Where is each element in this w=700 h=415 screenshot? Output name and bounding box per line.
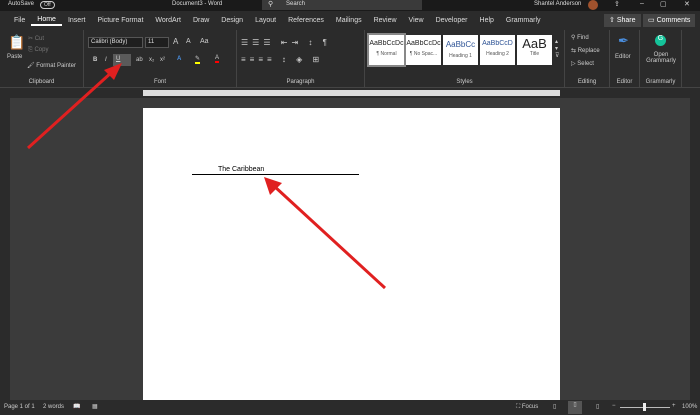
focus-button[interactable]: ⛶ Focus — [516, 404, 538, 411]
tab-help[interactable]: Help — [474, 17, 500, 24]
tab-layout[interactable]: Layout — [249, 17, 282, 24]
tab-references[interactable]: References — [282, 17, 330, 24]
tab-insert[interactable]: Insert — [62, 17, 92, 24]
share-button[interactable]: ⇧ Share — [604, 14, 641, 27]
share-label: Share — [616, 17, 636, 24]
tab-wordart[interactable]: WordArt — [149, 17, 187, 24]
zoom-level[interactable]: 100% — [682, 404, 697, 410]
annotation-arrows — [26, 63, 387, 290]
page-count[interactable]: Page 1 of 1 — [4, 404, 35, 410]
status-bar: Page 1 of 1 2 words 📖 ▦ ⛶ Focus ▯ ▯ ▯ − … — [0, 400, 700, 415]
tab-review[interactable]: Review — [368, 17, 403, 24]
read-mode-icon[interactable]: ▯ — [553, 403, 556, 410]
tab-mailings[interactable]: Mailings — [330, 17, 368, 24]
tab-view[interactable]: View — [403, 17, 430, 24]
tab-developer[interactable]: Developer — [430, 17, 474, 24]
focus-label: Focus — [521, 404, 539, 410]
comments-button[interactable]: ▭ Comments — [643, 14, 696, 27]
zoom-in-button[interactable]: + — [672, 403, 676, 409]
comments-label: Comments — [656, 17, 691, 24]
tab-home[interactable]: Home — [31, 16, 62, 26]
arrow-to-text — [264, 177, 387, 290]
ribbon-tabs: File Home Insert Picture Format WordArt … — [0, 11, 700, 30]
accessibility-icon[interactable]: ▦ — [92, 403, 98, 410]
arrow-to-underline — [26, 63, 122, 150]
zoom-out-button[interactable]: − — [612, 403, 616, 409]
tab-grammarly[interactable]: Grammarly — [500, 17, 547, 24]
proofing-icon[interactable]: 📖 — [73, 403, 80, 410]
tab-file[interactable]: File — [8, 17, 31, 24]
word-count[interactable]: 2 words — [43, 404, 64, 410]
zoom-slider-thumb[interactable] — [643, 403, 646, 411]
tab-picture-format[interactable]: Picture Format — [91, 17, 149, 24]
tab-design[interactable]: Design — [215, 17, 249, 24]
tab-draw[interactable]: Draw — [187, 17, 215, 24]
web-layout-icon[interactable]: ▯ — [596, 403, 599, 410]
print-layout-icon[interactable]: ▯ — [568, 401, 582, 414]
